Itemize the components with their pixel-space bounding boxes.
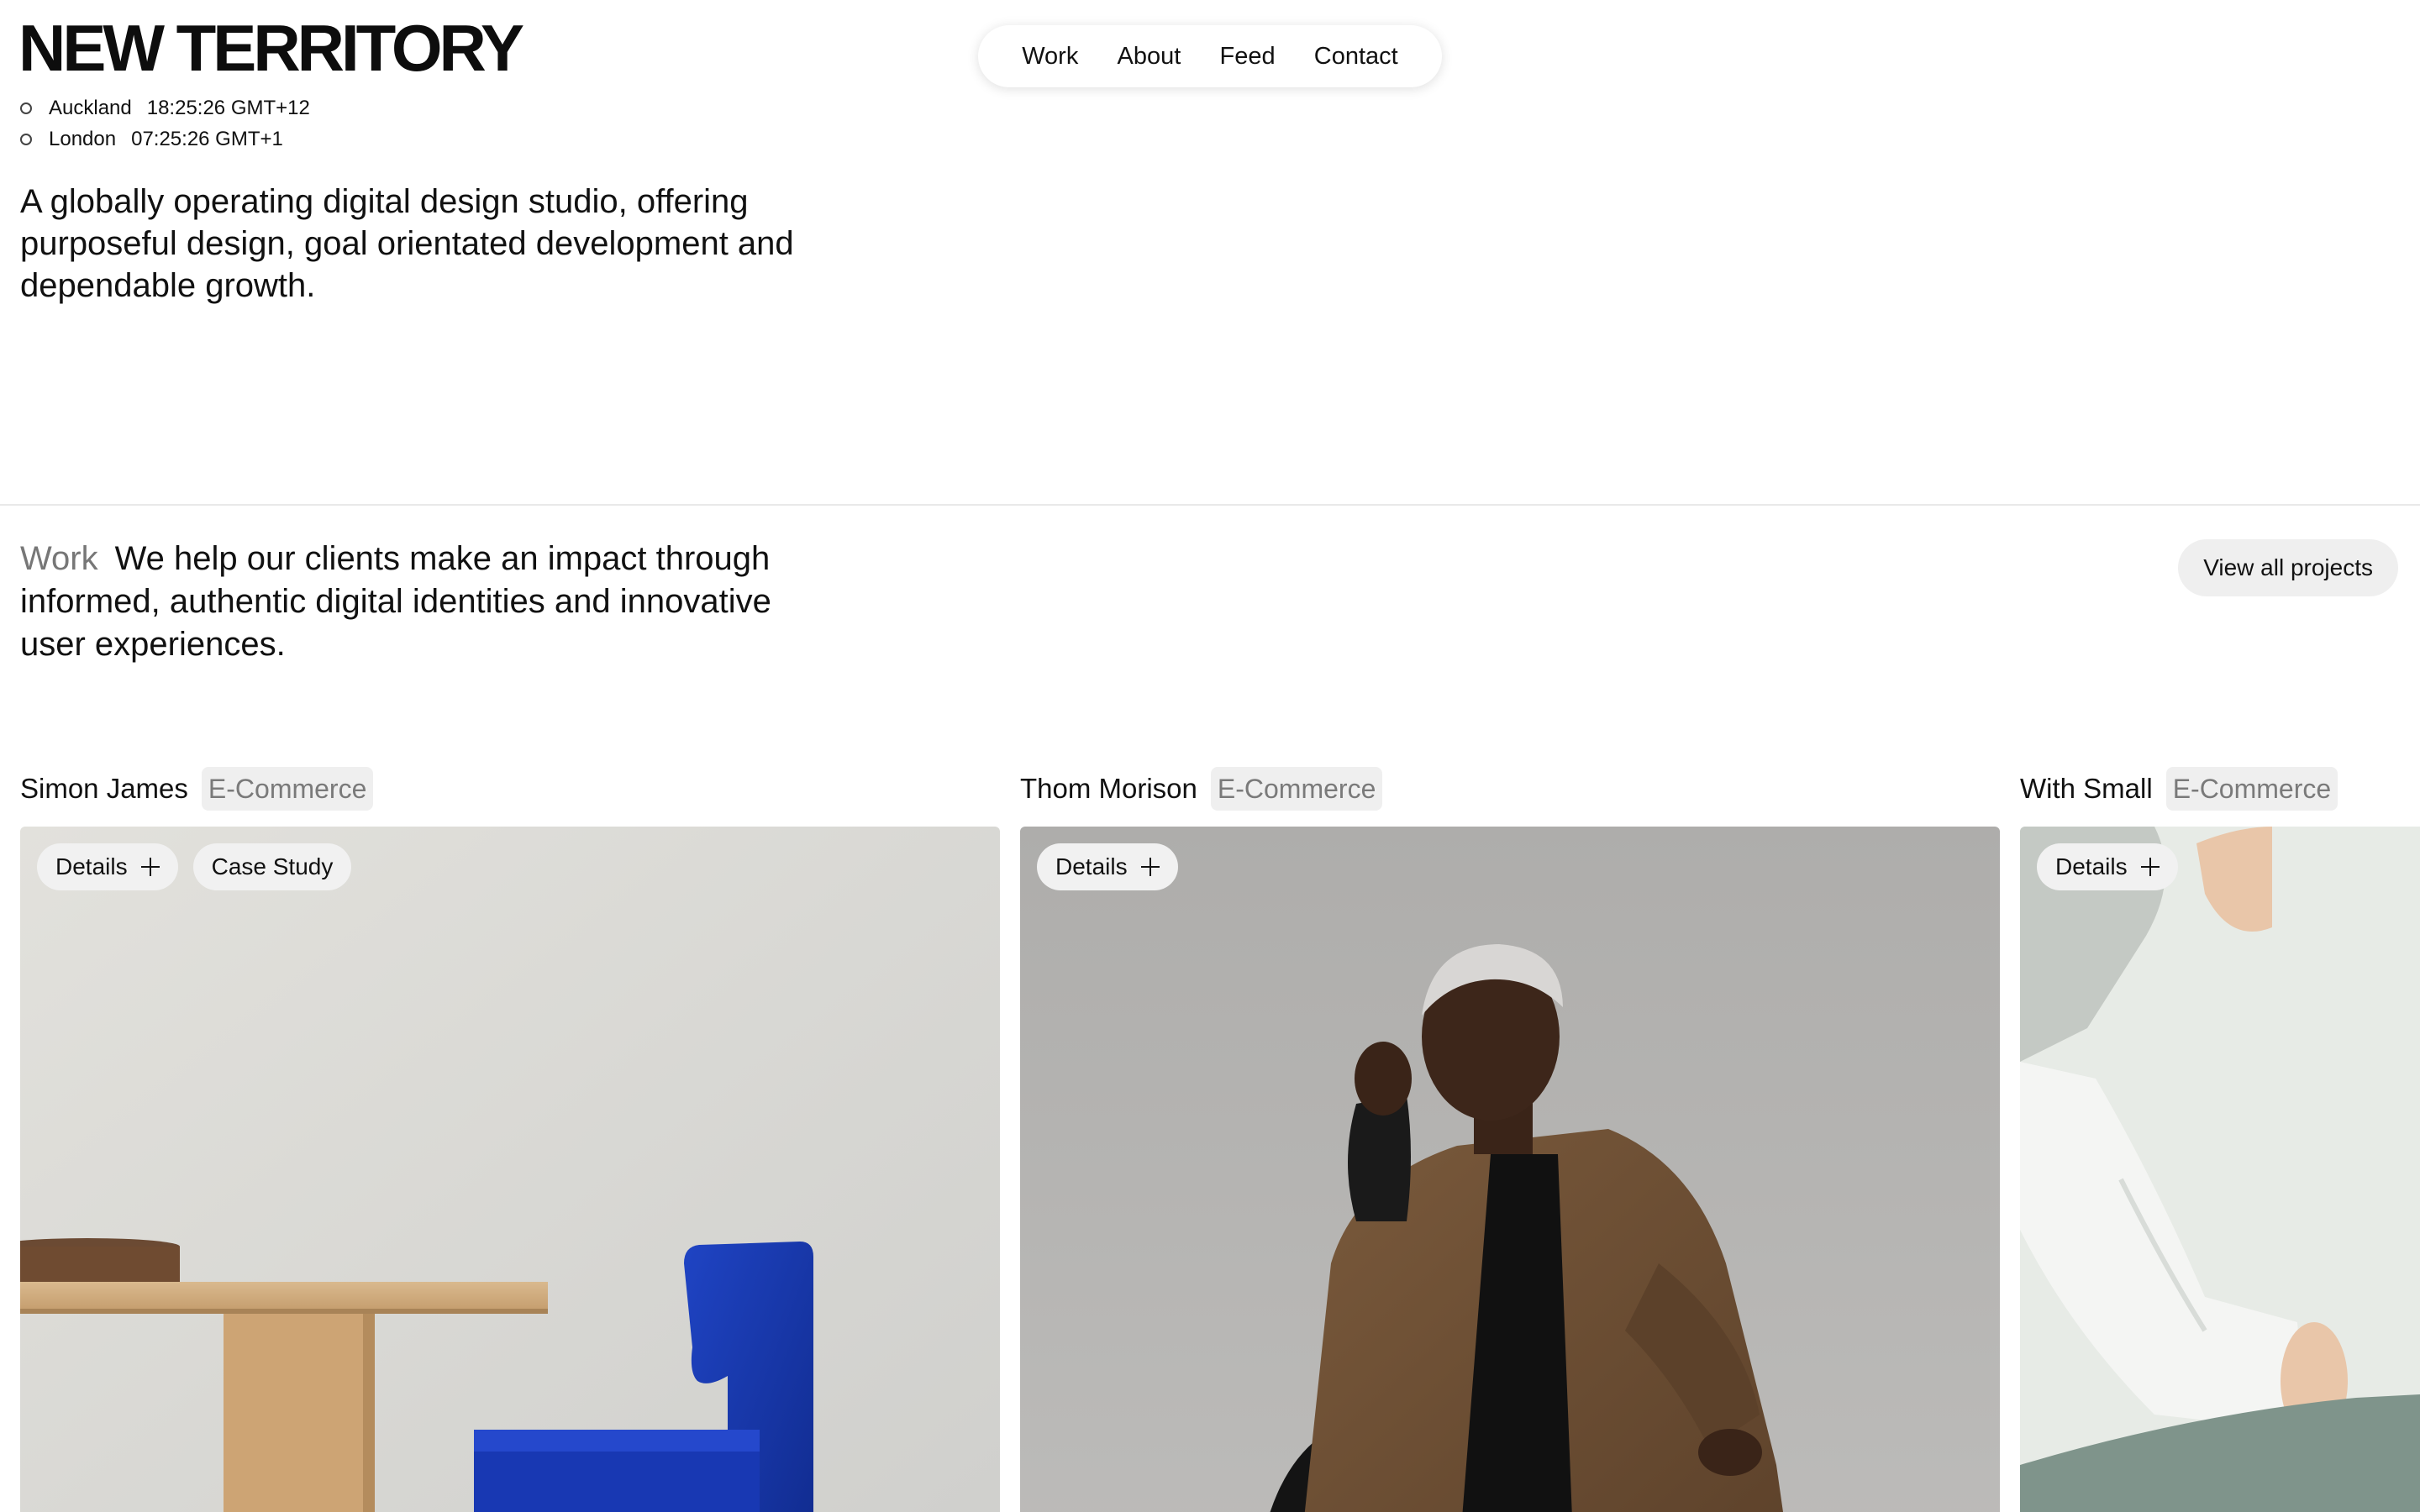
details-button[interactable]: Details — [1037, 843, 1178, 890]
world-clocks: Auckland 18:25:26 GMT+12 London 07:25:26… — [20, 92, 310, 155]
clock-london: London 07:25:26 GMT+1 — [20, 123, 310, 155]
project-name[interactable]: Thom Morison — [1020, 773, 1197, 805]
work-description: We help our clients make an impact throu… — [20, 540, 771, 663]
section-divider — [0, 504, 2420, 506]
nav-item-work[interactable]: Work — [1017, 36, 1083, 77]
view-all-projects-button[interactable]: View all projects — [2178, 539, 2398, 596]
project-image[interactable]: Details — [2020, 827, 2420, 1512]
details-button[interactable]: Details — [37, 843, 178, 890]
project-header: Thom Morison E-Commerce — [1020, 766, 2000, 811]
clock-auckland: Auckland 18:25:26 GMT+12 — [20, 92, 310, 123]
nav-item-contact[interactable]: Contact — [1309, 36, 1403, 77]
clock-city: Auckland — [49, 97, 132, 119]
nav-item-feed[interactable]: Feed — [1215, 36, 1281, 77]
project-category-tag: E-Commerce — [2165, 767, 2338, 811]
furniture-photo — [20, 827, 1000, 1512]
fashion-photo — [2020, 827, 2420, 1512]
project-image[interactable]: Details — [1020, 827, 2000, 1512]
plus-icon — [1140, 858, 1160, 876]
project-image[interactable]: Details Case Study — [20, 827, 1000, 1512]
project-actions: Details — [1037, 843, 1178, 890]
plus-icon — [2140, 858, 2160, 876]
project-card-with-small[interactable]: With Small E-Commerce Details — [2020, 766, 2420, 1512]
project-name[interactable]: Simon James — [20, 773, 188, 805]
details-button[interactable]: Details — [2037, 843, 2178, 890]
site-logo[interactable]: NEW TERRITORY — [18, 12, 524, 84]
project-category-tag: E-Commerce — [201, 767, 374, 811]
clock-status-icon — [20, 102, 32, 114]
main-nav: Work About Feed Contact — [978, 25, 1442, 87]
case-study-button[interactable]: Case Study — [192, 843, 352, 890]
details-label: Details — [1055, 853, 1128, 879]
project-header: With Small E-Commerce — [2020, 766, 2420, 811]
details-label: Details — [55, 853, 128, 879]
clock-city: London — [49, 128, 117, 150]
project-card-thom-morison[interactable]: Thom Morison E-Commerce Details — [1020, 766, 2000, 1512]
project-category-tag: E-Commerce — [1210, 767, 1383, 811]
page: NEW TERRITORY Auckland 18:25:26 GMT+12 L… — [0, 0, 2420, 1512]
clock-status-icon — [20, 133, 32, 145]
nav-item-about[interactable]: About — [1113, 36, 1186, 77]
details-label: Details — [2055, 853, 2128, 879]
project-actions: Details Case Study — [37, 843, 352, 890]
portrait-photo — [1020, 827, 2000, 1512]
project-header: Simon James E-Commerce — [20, 766, 1000, 811]
project-name[interactable]: With Small — [2020, 773, 2153, 805]
work-intro: Work We help our clients make an impact t… — [20, 538, 810, 666]
hero-intro: A globally operating digital design stud… — [20, 183, 794, 304]
clock-time: 18:25:26 GMT+12 — [146, 97, 310, 119]
plus-icon — [140, 858, 160, 876]
project-card-simon-james[interactable]: Simon James E-Commerce Details Case Stud… — [20, 766, 1000, 1512]
work-section-label: Work — [20, 540, 98, 577]
clock-time: 07:25:26 GMT+1 — [131, 128, 283, 150]
project-actions: Details — [2037, 843, 2178, 890]
